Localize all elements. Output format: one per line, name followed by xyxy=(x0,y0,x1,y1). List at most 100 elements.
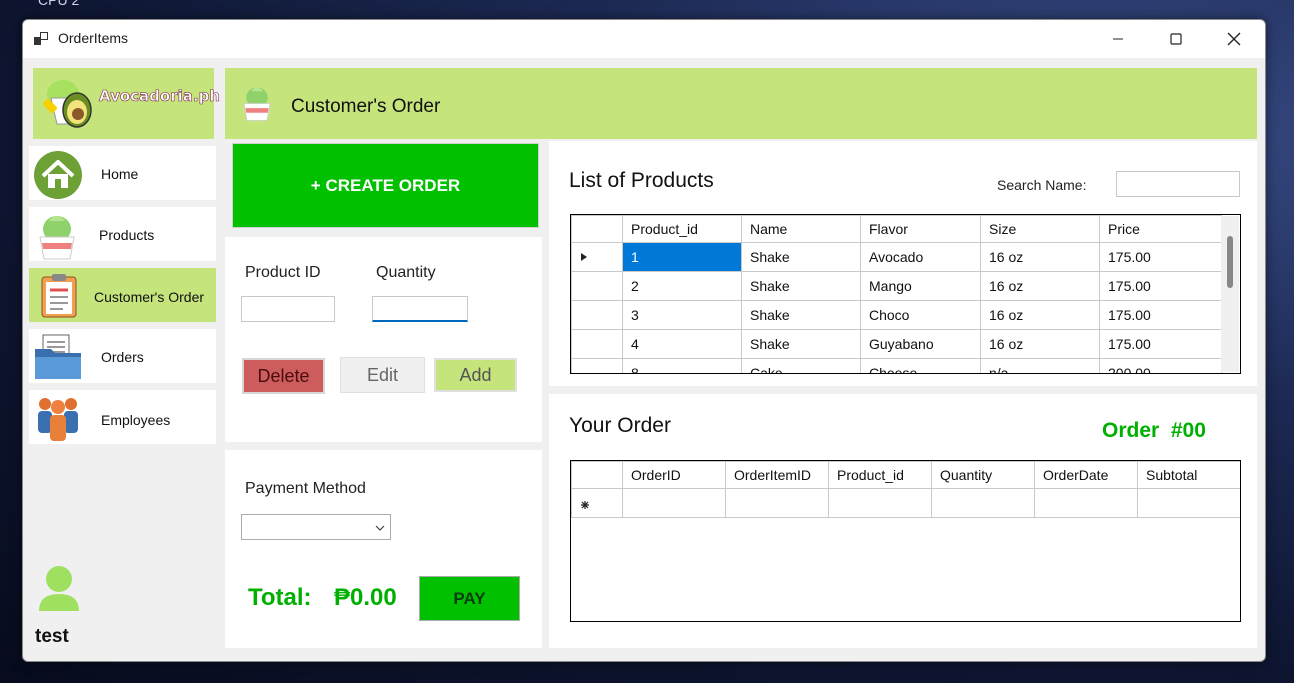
product-id-label: Product ID xyxy=(245,264,321,281)
clipboard-icon xyxy=(41,274,77,318)
minimize-button[interactable] xyxy=(1089,20,1147,58)
table-cell[interactable]: 2 xyxy=(622,271,742,301)
column-header[interactable]: Quantity xyxy=(931,461,1035,489)
sidebar-item-home[interactable]: Home xyxy=(29,146,216,200)
column-header[interactable]: Price xyxy=(1099,215,1222,243)
ice-cream-icon xyxy=(39,216,75,260)
title-bar: OrderItems xyxy=(23,20,1265,58)
search-input[interactable] xyxy=(1116,171,1240,197)
scrollbar-thumb[interactable] xyxy=(1227,236,1233,288)
table-cell[interactable]: 175.00 xyxy=(1099,329,1222,359)
table-cell[interactable]: Mango xyxy=(860,271,981,301)
table-cell[interactable]: n/a xyxy=(980,358,1100,373)
maximize-button[interactable] xyxy=(1147,20,1205,58)
table-cell[interactable]: Cheese xyxy=(860,358,981,373)
order-entry-panel: Product ID Quantity Delete Edit Add xyxy=(225,237,542,442)
table-cell[interactable]: 200.00 xyxy=(1099,358,1222,373)
sidebar-item-products[interactable]: Products xyxy=(29,207,216,261)
close-button[interactable] xyxy=(1205,20,1263,58)
quantity-input[interactable] xyxy=(372,296,468,322)
table-cell[interactable]: 3 xyxy=(622,300,742,330)
column-header[interactable]: Product_id xyxy=(622,215,742,243)
products-table: Product_id Name Flavor Size Price 1 Shak… xyxy=(571,215,1222,373)
column-header[interactable]: Size xyxy=(980,215,1100,243)
table-cell[interactable]: Shake xyxy=(741,271,861,301)
table-cell[interactable]: 8 xyxy=(622,358,742,373)
table-cell[interactable]: 1 xyxy=(622,242,742,272)
table-cell[interactable]: Shake xyxy=(741,329,861,359)
table-cell[interactable]: Choco xyxy=(860,300,981,330)
row-header[interactable] xyxy=(571,300,623,330)
column-header[interactable]: Flavor xyxy=(860,215,981,243)
add-button[interactable]: Add xyxy=(434,358,517,392)
page-title: Customer's Order xyxy=(291,96,441,117)
column-header[interactable]: Subtotal xyxy=(1137,461,1240,489)
pay-button[interactable]: PAY xyxy=(419,576,520,621)
table-cell[interactable]: Cake xyxy=(741,358,861,373)
table-row[interactable]: 2 Shake Mango 16 oz 175.00 xyxy=(571,271,1222,301)
delete-button[interactable]: Delete xyxy=(242,358,325,394)
user-name: test xyxy=(35,626,69,647)
column-header[interactable]: OrderItemID xyxy=(725,461,829,489)
sidebar-item-label: Orders xyxy=(101,349,144,365)
table-cell[interactable]: 16 oz xyxy=(980,300,1100,330)
sidebar-item-orders[interactable]: Orders xyxy=(29,329,216,383)
order-number: Order #00 xyxy=(1102,419,1206,442)
row-header[interactable] xyxy=(571,271,623,301)
product-id-input[interactable] xyxy=(241,296,335,322)
table-cell[interactable]: 16 oz xyxy=(980,271,1100,301)
vertical-scrollbar[interactable] xyxy=(1221,216,1239,372)
table-cell[interactable]: Shake xyxy=(741,242,861,272)
create-order-button[interactable]: + CREATE ORDER xyxy=(232,143,539,228)
table-row[interactable]: 3 Shake Choco 16 oz 175.00 xyxy=(571,300,1222,330)
table-cell[interactable]: 175.00 xyxy=(1099,271,1222,301)
total-label: Total: xyxy=(248,584,312,611)
table-row[interactable]: 8 Cake Cheese n/a 200.00 xyxy=(571,358,1222,373)
table-row[interactable]: 4 Shake Guyabano 16 oz 175.00 xyxy=(571,329,1222,359)
column-header[interactable]: OrderID xyxy=(622,461,726,489)
table-cell[interactable] xyxy=(1034,488,1138,518)
sidebar-item-label: Customer's Order xyxy=(94,289,205,305)
products-grid[interactable]: Product_id Name Flavor Size Price 1 Shak… xyxy=(570,214,1241,374)
new-row[interactable] xyxy=(571,488,1240,518)
app-icon xyxy=(34,32,48,45)
table-cell[interactable] xyxy=(725,488,829,518)
logo-text: Avocadoria.ph xyxy=(99,87,221,106)
app-window: OrderItems Avocadoria.ph Home Products C… xyxy=(22,19,1266,662)
sidebar-item-employees[interactable]: Employees xyxy=(29,390,216,444)
order-items-grid[interactable]: OrderID OrderItemID Product_id Quantity … xyxy=(570,460,1241,622)
table-cell[interactable] xyxy=(622,488,726,518)
table-header-row: Product_id Name Flavor Size Price xyxy=(571,215,1222,243)
row-header[interactable] xyxy=(571,242,623,272)
table-cell[interactable]: 4 xyxy=(622,329,742,359)
table-cell[interactable]: Avocado xyxy=(860,242,981,272)
desktop-text: CPU 2 xyxy=(38,0,80,8)
table-cell[interactable]: 16 oz xyxy=(980,329,1100,359)
search-label: Search Name: xyxy=(997,177,1087,193)
payment-method-label: Payment Method xyxy=(245,480,366,497)
column-header[interactable]: Name xyxy=(741,215,861,243)
table-cell[interactable]: 175.00 xyxy=(1099,242,1222,272)
sidebar-item-customers-order[interactable]: Customer's Order xyxy=(29,268,216,322)
ice-cream-icon xyxy=(243,87,271,121)
table-cell[interactable]: Shake xyxy=(741,300,861,330)
table-cell[interactable]: 175.00 xyxy=(1099,300,1222,330)
edit-button[interactable]: Edit xyxy=(340,357,425,393)
column-header[interactable]: OrderDate xyxy=(1034,461,1138,489)
quantity-label: Quantity xyxy=(376,264,436,281)
payment-method-select[interactable] xyxy=(241,514,391,540)
table-cell[interactable]: 16 oz xyxy=(980,242,1100,272)
table-cell[interactable] xyxy=(1137,488,1240,518)
row-header[interactable] xyxy=(571,329,623,359)
column-header[interactable]: Product_id xyxy=(828,461,932,489)
order-items-table: OrderID OrderItemID Product_id Quantity … xyxy=(571,461,1240,518)
row-header[interactable] xyxy=(571,358,623,373)
table-cell[interactable]: Guyabano xyxy=(860,329,981,359)
row-header[interactable] xyxy=(571,488,623,518)
table-row[interactable]: 1 Shake Avocado 16 oz 175.00 xyxy=(571,242,1222,272)
page-header: Customer's Order xyxy=(225,68,1257,139)
brand-logo: Avocadoria.ph xyxy=(33,68,220,139)
table-cell[interactable] xyxy=(931,488,1035,518)
table-cell[interactable] xyxy=(828,488,932,518)
folder-icon xyxy=(35,334,81,379)
